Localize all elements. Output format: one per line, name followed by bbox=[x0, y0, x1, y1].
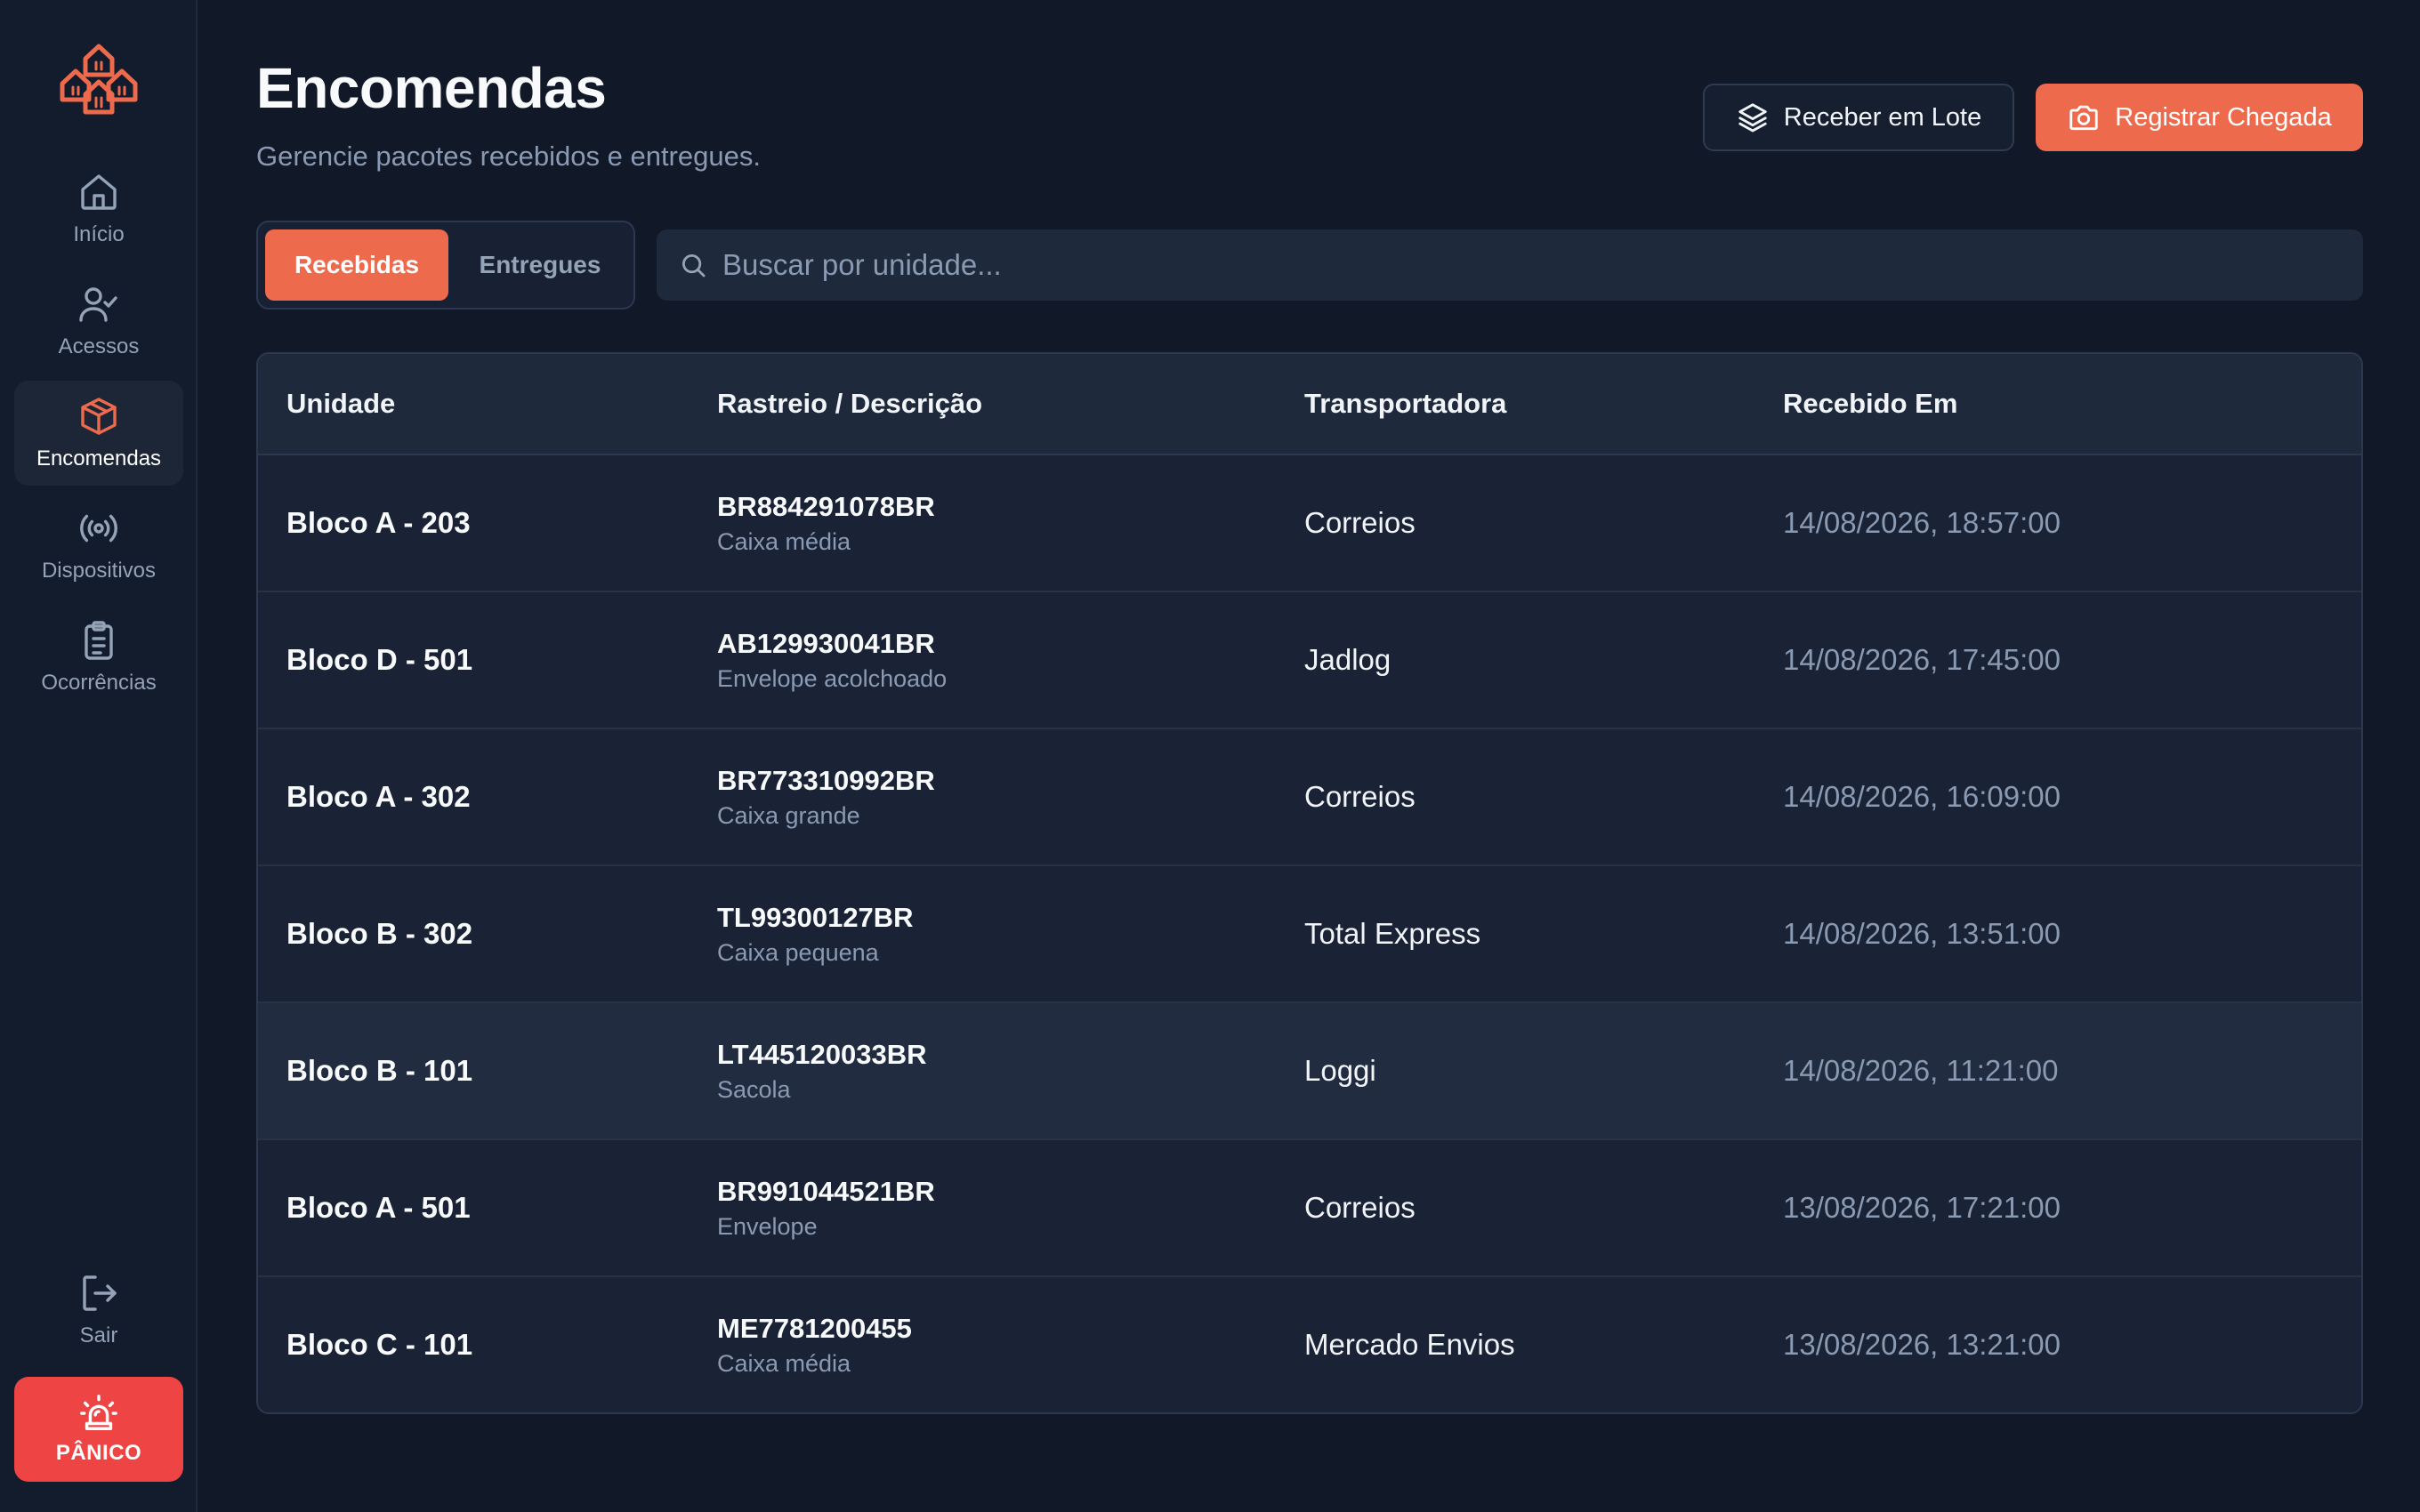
tracking-code: AB129930041BR bbox=[717, 627, 935, 659]
unit-cell: Bloco B - 101 bbox=[286, 1054, 473, 1087]
tracking-code: BR991044521BR bbox=[717, 1175, 935, 1207]
tab-entregues[interactable]: Entregues bbox=[452, 229, 628, 301]
layers-icon bbox=[1736, 101, 1770, 134]
table-row[interactable]: Bloco A - 501 BR991044521BR Envelope Corr… bbox=[258, 1140, 2361, 1277]
tab-recebidas[interactable]: Recebidas bbox=[265, 229, 448, 301]
table-header: Unidade Rastreio / Descrição Transportad… bbox=[258, 354, 2361, 455]
received-at-cell: 13/08/2026, 17:21:00 bbox=[1783, 1191, 2061, 1224]
carrier-cell: Total Express bbox=[1304, 917, 1481, 950]
sidebar-item-inicio[interactable]: Início bbox=[14, 157, 183, 261]
search-icon bbox=[678, 250, 708, 280]
camera-icon bbox=[2067, 101, 2101, 134]
panic-button[interactable]: PÂNICO bbox=[14, 1377, 183, 1482]
packages-table: Unidade Rastreio / Descrição Transportad… bbox=[256, 352, 2363, 1414]
sidebar-item-acessos[interactable]: Acessos bbox=[14, 269, 183, 374]
sidebar-item-label: Dispositivos bbox=[41, 559, 157, 583]
carrier-cell: Correios bbox=[1304, 1191, 1416, 1224]
carrier-cell: Jadlog bbox=[1304, 643, 1392, 676]
unit-cell: Bloco A - 203 bbox=[286, 506, 471, 539]
header-carrier[interactable]: Transportadora bbox=[1304, 354, 1506, 454]
siren-icon bbox=[78, 1393, 119, 1434]
logout-icon bbox=[77, 1272, 120, 1315]
sidebar-item-encomendas[interactable]: Encomendas bbox=[14, 381, 183, 486]
home-icon bbox=[77, 171, 120, 213]
sidebar-item-label: Acessos bbox=[58, 334, 140, 358]
page-title: Encomendas bbox=[256, 56, 607, 120]
clipboard-list-icon bbox=[77, 619, 120, 662]
received-at-cell: 14/08/2026, 18:57:00 bbox=[1783, 506, 2061, 539]
panic-label: PÂNICO bbox=[55, 1441, 142, 1465]
table-row[interactable]: Bloco B - 101 LT445120033BR Sacola Loggi … bbox=[258, 1003, 2361, 1140]
sidebar-item-label: Encomendas bbox=[36, 446, 162, 470]
unit-cell: Bloco A - 302 bbox=[286, 780, 471, 813]
unit-cell: Bloco B - 302 bbox=[286, 917, 473, 950]
sidebar-item-label: Ocorrências bbox=[41, 671, 157, 695]
sidebar-item-ocorrencias[interactable]: Ocorrências bbox=[14, 605, 183, 710]
table-row[interactable]: Bloco C - 101 ME7781200455 Caixa média Me… bbox=[258, 1277, 2361, 1412]
sidebar-item-dispositivos[interactable]: Dispositivos bbox=[14, 493, 183, 598]
carrier-cell: Correios bbox=[1304, 506, 1416, 539]
tracking-code: ME7781200455 bbox=[717, 1312, 912, 1344]
package-description: Caixa média bbox=[717, 1349, 851, 1377]
table-row[interactable]: Bloco A - 203 BR884291078BR Caixa média C… bbox=[258, 455, 2361, 592]
tracking-code: BR884291078BR bbox=[717, 490, 935, 522]
register-arrival-button[interactable]: Registrar Chegada bbox=[2036, 84, 2363, 151]
header-unit[interactable]: Unidade bbox=[286, 354, 395, 454]
status-tabs: Recebidas Entregues bbox=[256, 221, 635, 310]
header-tracking[interactable]: Rastreio / Descrição bbox=[717, 354, 982, 454]
received-at-cell: 14/08/2026, 17:45:00 bbox=[1783, 643, 2061, 676]
tracking-code: BR773310992BR bbox=[717, 764, 935, 796]
page-subtitle: Gerencie pacotes recebidos e entregues. bbox=[256, 141, 761, 172]
tracking-code: LT445120033BR bbox=[717, 1038, 927, 1070]
unit-cell: Bloco C - 101 bbox=[286, 1328, 473, 1361]
search-bar bbox=[657, 229, 2363, 301]
user-check-icon bbox=[77, 283, 120, 326]
received-at-cell: 14/08/2026, 11:21:00 bbox=[1783, 1054, 2059, 1087]
package-icon bbox=[77, 395, 120, 438]
sidebar-item-label: Início bbox=[73, 222, 125, 246]
tracking-code: TL99300127BR bbox=[717, 901, 914, 933]
received-at-cell: 14/08/2026, 13:51:00 bbox=[1783, 917, 2061, 950]
register-arrival-label: Registrar Chegada bbox=[2115, 102, 2332, 132]
unit-cell: Bloco D - 501 bbox=[286, 643, 473, 676]
package-description: Sacola bbox=[717, 1075, 791, 1103]
radio-broadcast-icon bbox=[77, 507, 120, 550]
carrier-cell: Correios bbox=[1304, 780, 1416, 813]
table-row[interactable]: Bloco B - 302 TL99300127BR Caixa pequena … bbox=[258, 866, 2361, 1003]
buildings-logo[interactable] bbox=[57, 39, 141, 116]
package-description: Caixa média bbox=[717, 527, 851, 555]
package-description: Caixa grande bbox=[717, 801, 860, 829]
table-row[interactable]: Bloco A - 302 BR773310992BR Caixa grande … bbox=[258, 729, 2361, 866]
table-row[interactable]: Bloco D - 501 AB129930041BR Envelope acol… bbox=[258, 592, 2361, 729]
batch-receive-button[interactable]: Receber em Lote bbox=[1703, 84, 2014, 151]
carrier-cell: Mercado Envios bbox=[1304, 1328, 1515, 1361]
package-description: Caixa pequena bbox=[717, 938, 879, 966]
logout-button[interactable]: Sair bbox=[14, 1258, 183, 1363]
carrier-cell: Loggi bbox=[1304, 1054, 1376, 1087]
received-at-cell: 14/08/2026, 16:09:00 bbox=[1783, 780, 2061, 813]
batch-receive-label: Receber em Lote bbox=[1783, 102, 1982, 132]
received-at-cell: 13/08/2026, 13:21:00 bbox=[1783, 1328, 2061, 1361]
header-received-at[interactable]: Recebido Em bbox=[1783, 354, 1957, 454]
search-input[interactable] bbox=[721, 229, 2363, 301]
unit-cell: Bloco A - 501 bbox=[286, 1191, 471, 1224]
sidebar: Início Acessos Encomendas Dispositivos O… bbox=[0, 0, 198, 1512]
logout-label: Sair bbox=[79, 1323, 118, 1347]
package-description: Envelope acolchoado bbox=[717, 664, 948, 692]
package-description: Envelope bbox=[717, 1212, 818, 1240]
